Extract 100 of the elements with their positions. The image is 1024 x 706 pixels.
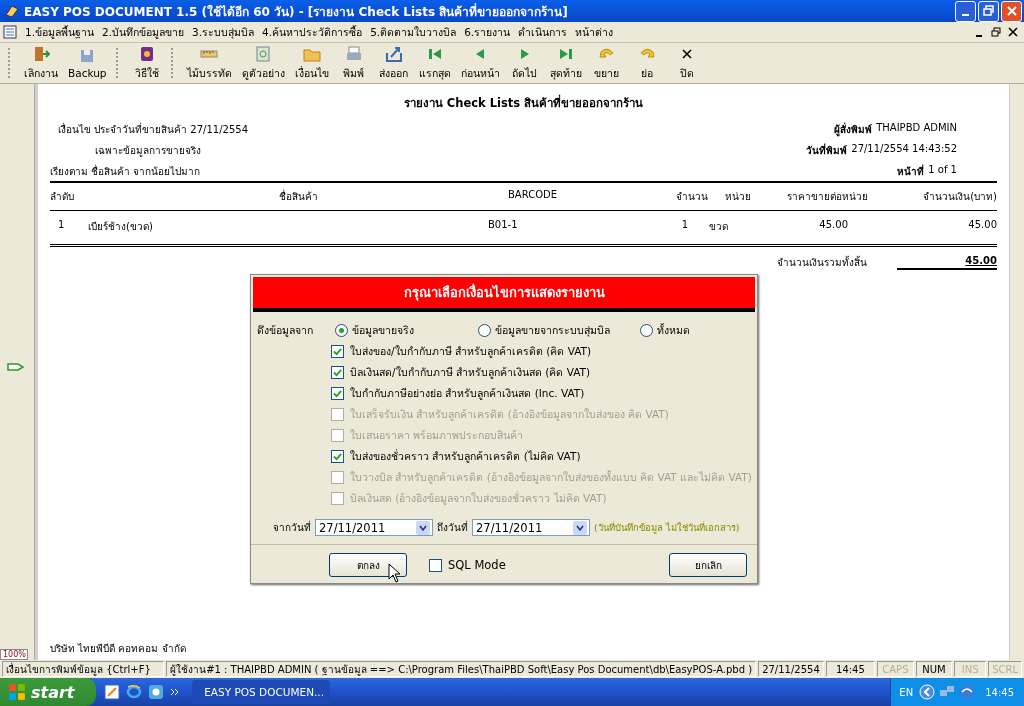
toolbar-button[interactable]: เลิกงาน xyxy=(19,44,63,82)
to-date-field[interactable]: 27/11/2011 xyxy=(472,519,590,536)
checkbox-option[interactable]: ใบส่งของ/ใบกำกับภาษี สำหรับลูกค้าเครดิต (คิด VAT) xyxy=(331,341,757,362)
document-icon xyxy=(3,25,17,39)
media-icon[interactable] xyxy=(148,684,164,700)
report-title: รายงาน Check Lists สินค้าที่ขายออกจากร้าน xyxy=(402,94,645,112)
table-cell-text: ขวด xyxy=(707,220,729,234)
toolbar-button[interactable]: เงื่อนไข xyxy=(289,44,334,82)
status-panel: NUM xyxy=(915,661,953,677)
checkmark-icon xyxy=(333,368,342,377)
radio-option[interactable]: ข้อมูลขายจริง xyxy=(335,322,414,339)
menu-item[interactable]: 6.รายงาน xyxy=(460,23,515,41)
column-header: ลำดับ xyxy=(50,190,75,204)
column-header: จำนวน xyxy=(675,190,708,204)
field-label: วันที่พิมพ์ xyxy=(806,143,848,158)
restore-button[interactable] xyxy=(988,25,1004,39)
table-cell-text: 45.00 xyxy=(818,219,848,232)
column-header: จำนวนเงิน(บาท) xyxy=(922,190,997,204)
close-button[interactable] xyxy=(1005,25,1021,39)
toolbar-button[interactable]: ไม้บรรทัด xyxy=(181,44,237,82)
scroll-bar[interactable] xyxy=(1009,84,1024,660)
taskbar-button[interactable]: EASY POS DOCUMEN... xyxy=(192,680,330,704)
window-title: EASY POS DOCUMENT 1.5 (ใช้ได้อีก 60 วัน) - [รายงาน Check Lists สินค้าที่ขายออกจากร้าน] xyxy=(24,2,569,21)
to-date-label: ถึงวันที่ xyxy=(437,520,468,535)
restore-button[interactable] xyxy=(978,0,999,22)
column-header: หน่วย xyxy=(724,190,752,204)
ok-button[interactable]: ตกลง xyxy=(329,553,407,577)
column-header: ชื่อสินค้า xyxy=(277,189,319,204)
company-name: บริษัท ไทยพีบีดี คอทคอม จำกัด xyxy=(50,642,187,656)
dialog-title: กรุณาเลือกเงื่อนไขการแสดงรายงาน xyxy=(253,277,755,312)
total-value: 45.00 xyxy=(897,255,997,270)
chevron-icon[interactable] xyxy=(170,687,180,697)
table-cell-text: B01-1 xyxy=(488,219,519,232)
menu-item[interactable]: 5.ติดตามใบวางบิล xyxy=(366,23,461,41)
date-note: (วันที่บันทึกข้อมูล ไม่ใช่วันที่เอกสาร) xyxy=(594,520,740,535)
page-marker-icon xyxy=(7,362,25,372)
status-panel: 14:45 xyxy=(825,661,876,677)
menu-item[interactable]: 1.ข้อมูลพื้นฐาน xyxy=(21,23,99,41)
radio-option[interactable]: ทั้งหมด xyxy=(640,322,690,339)
export-icon xyxy=(384,44,403,63)
status-panel: INS xyxy=(954,661,987,677)
toolbar-button[interactable]: ก่อนหน้า xyxy=(455,44,505,82)
menu-item[interactable]: หน้าต่าง xyxy=(571,23,618,41)
close-icon xyxy=(1005,5,1018,17)
menu-item[interactable]: 3.ระบบสุ่มบิล xyxy=(188,23,259,41)
status-panel: เงื่อนไขการพิมพ์ข้อมูล {Ctrl+F} xyxy=(2,661,165,677)
checkbox-option[interactable]: ใบส่งของชั่วคราว สำหรับลูกค้าเครดิต (ไม่คิด VAT) xyxy=(331,446,757,467)
toolbar-button[interactable]: Backup xyxy=(63,44,112,82)
status-panel: SCRL xyxy=(988,661,1022,677)
toolbar-button[interactable]: แรกสุด xyxy=(413,44,456,82)
sort-text: เรียงตาม ชื่อสินค้า จากน้อยไปมาก xyxy=(50,164,201,179)
toolbar-button[interactable]: วิธีใช้ xyxy=(126,44,167,82)
sql-mode-checkbox[interactable]: SQL Mode xyxy=(429,558,506,572)
checkmark-icon xyxy=(333,347,342,356)
windows-logo-icon xyxy=(8,683,26,701)
table-cell-text: เบียร์ช้าง(ขวด) xyxy=(88,220,154,234)
column-header: BARCODE xyxy=(508,189,559,202)
checkmark-icon xyxy=(333,389,342,398)
restore-icon xyxy=(991,27,1001,37)
zoom-level: 100% xyxy=(0,649,28,660)
browser-icon[interactable] xyxy=(126,684,142,700)
toolbar-button[interactable]: พิมพ์ xyxy=(333,44,374,82)
start-button[interactable]: start xyxy=(0,678,96,706)
field-value: 1 of 1 xyxy=(928,164,957,177)
source-label: ดึงข้อมูลจาก xyxy=(257,323,314,339)
dropdown-icon xyxy=(573,520,587,535)
total-label: จำนวนเงินรวมทั้งสิ้น xyxy=(777,255,867,270)
column-header: ราคาขายต่อหน่วย xyxy=(786,190,868,204)
close-icon xyxy=(1008,27,1018,37)
minimize-icon xyxy=(976,34,982,37)
menu-item[interactable]: 4.ค้นหาประวัติการซื้อ xyxy=(258,23,367,41)
toolbar-button[interactable]: ถัดไป xyxy=(504,44,545,82)
restore-icon xyxy=(982,5,995,17)
toolbar-button[interactable]: สุดท้าย xyxy=(544,44,587,82)
field-value: 27/11/2554 14:43:52 xyxy=(851,143,957,156)
table-cell-text: 1 xyxy=(680,219,688,232)
field-label: ผู้สั่งพิมพ์ xyxy=(834,122,873,137)
toolbar-button[interactable]: ส่งออก xyxy=(373,44,414,82)
status-panel: ผู้ใช้งาน#1 : THAIPBD ADMIN ( ฐานข้อมูล ==> C:\Program Files\ThaiPBD Soft\Easy Pos Document\db\EasyPOS-A.pbd ) xyxy=(166,661,757,677)
menu-item[interactable]: ดำเนินการ xyxy=(514,23,572,41)
menu-item[interactable]: 2.บันทึกข้อมูลขาย xyxy=(98,23,189,41)
toolbar-button[interactable]: ขยาย xyxy=(586,44,627,82)
checkbox-option[interactable]: ใบกำกับภาษีอย่างย่อ สำหรับลูกค้าเงินสด (Inc. VAT) xyxy=(331,383,757,404)
from-date-field[interactable]: 27/11/2011 xyxy=(315,519,433,536)
app-icon xyxy=(4,3,20,19)
condition-text: เฉพาะข้อมูลการขายจริง xyxy=(94,144,202,158)
toolbar-button[interactable]: ดูตัวอย่าง xyxy=(236,44,290,82)
field-label: หน้าที่ xyxy=(897,164,925,179)
status-panel: CAPS xyxy=(877,661,914,677)
cancel-button[interactable]: ยกเลิก xyxy=(669,553,747,577)
edit-icon[interactable] xyxy=(104,684,120,700)
toolbar-button[interactable]: ย่อ xyxy=(626,44,667,82)
checkmark-icon xyxy=(333,452,342,461)
checkbox-option[interactable]: บิลเงินสด/ใบกำกับภาษี สำหรับลูกค้าเงินสด (คิด VAT) xyxy=(331,362,757,383)
radio-option[interactable]: ข้อมูลขายจากระบบสุ่มบิล xyxy=(478,322,610,339)
clock: 14:45 xyxy=(985,686,1014,698)
from-date-label: จากวันที่ xyxy=(273,520,311,535)
dropdown-icon xyxy=(416,520,430,535)
globe-icon[interactable] xyxy=(959,684,976,700)
toolbar-button[interactable]: ปิด xyxy=(666,44,707,82)
